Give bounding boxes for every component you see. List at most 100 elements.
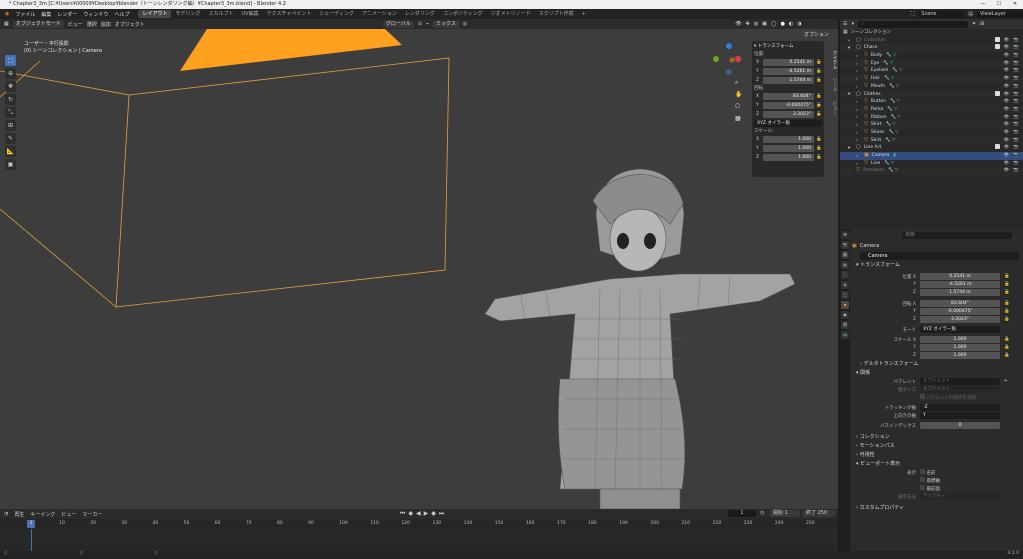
add-cube-tool-icon[interactable]: ▣	[5, 159, 16, 170]
timeline-ruler[interactable]: 0102030405060708090100110120130140150160…	[0, 519, 838, 529]
outliner-row-eyelash[interactable]: › ▽ Eyelash 🔧▽ 👁 📷	[840, 67, 1023, 75]
prop-show-name[interactable]: 表示 名前	[852, 469, 1023, 476]
outliner-row-body[interactable]: › ▽ Body 🔧▽ 👁 📷	[840, 52, 1023, 60]
outliner-row-skirt[interactable]: › ▽ Skirt 🔧▽ 👁 📷	[840, 136, 1023, 145]
preview-range-icon[interactable]: ◷	[760, 510, 764, 516]
section-delta-transform[interactable]: › デルタトランスフォーム	[852, 360, 1023, 369]
prop-pass-index[interactable]: パスインデックス 0	[852, 422, 1023, 429]
render-camera-icon[interactable]: 📷	[1013, 129, 1019, 137]
outliner-row-hair[interactable]: › ▽ Hair 🔧▽ 👁 📷	[840, 75, 1023, 83]
outliner-row-ribbon[interactable]: › ▽ Ribbon 🔧▽ 👁 📷	[840, 114, 1023, 122]
physics-tab-icon[interactable]: ◉	[841, 311, 849, 319]
prop-rotation-z[interactable]: Z 3.2023° 🔓	[852, 316, 1023, 323]
modifier-data-icons[interactable]: 🔧▽	[888, 167, 899, 175]
prop-show-in-front[interactable]: 最前面	[852, 485, 1023, 492]
workspace-tab-animation[interactable]: アニメーション	[358, 10, 401, 18]
modifier-data-icons[interactable]: 🔧▽	[891, 114, 902, 122]
visibility-eye-icon[interactable]: 👁	[1004, 152, 1010, 160]
expand-down-icon[interactable]: ▾	[848, 91, 854, 97]
outliner-row-collection[interactable]: ▾ ▢ Collection 👁 📷	[840, 36, 1023, 45]
prop-rotation-x[interactable]: 回転 X 83.604° 🔓	[852, 300, 1023, 307]
expand-right-icon[interactable]: ›	[856, 130, 862, 136]
filter-icon[interactable]: ⏷	[972, 21, 976, 27]
section-viewport-display[interactable]: ▾ ビューポート表示	[852, 460, 1023, 469]
menu-window[interactable]: ウィンドウ	[80, 11, 111, 18]
expand-right-icon[interactable]: ›	[856, 99, 862, 105]
section-relations[interactable]: ▾ 関係	[852, 369, 1023, 378]
render-camera-icon[interactable]: 📷	[1013, 152, 1019, 160]
frame-end-field[interactable]: 終了 250	[803, 510, 835, 517]
outliner-row-armature[interactable]: › ▽ Armature 🔧▽ 👁 📷	[840, 167, 1023, 176]
npanel-scale-x[interactable]: X 1.000 🔓	[754, 135, 822, 143]
outliner-row-line[interactable]: › ▽ Line 🔧▽ 👁 📷	[840, 160, 1023, 168]
view-layer-tab-icon[interactable]: ▤	[841, 261, 849, 269]
viewlayer-field[interactable]: ViewLayer	[977, 10, 1023, 18]
workspace-tab-shading[interactable]: シェーディング	[315, 10, 358, 18]
workspace-tab-uv[interactable]: UV編集	[238, 10, 263, 18]
minimize-button[interactable]: —	[975, 0, 991, 9]
workspace-tab-geometry-nodes[interactable]: ジオメトリノード	[487, 10, 535, 18]
pan-icon[interactable]: ✋	[735, 89, 742, 101]
prop-scale-z[interactable]: Z 1.000 🔓	[852, 352, 1023, 359]
npanel-location-x[interactable]: X 0.2541 m 🔓	[754, 58, 822, 66]
modifier-data-icons[interactable]: 🔧▽	[883, 60, 894, 68]
render-camera-icon[interactable]: 📷	[1013, 91, 1019, 99]
visibility-eye-icon[interactable]: 👁	[1004, 44, 1010, 52]
prop-location-y[interactable]: Y -4.5261 m 🔓	[852, 281, 1023, 288]
timeline[interactable]: ◔ 再生 キーイング ビュー マーカー ⏮ ◆ ◀ ▶ ◆ ⏭ 1 ◷ 開始 1…	[0, 509, 838, 551]
prop-scale-y[interactable]: Y 1.000 🔓	[852, 344, 1023, 351]
expand-down-icon[interactable]: ▾	[848, 145, 854, 151]
3d-viewport[interactable]: ▦ オブジェクトモード ビュー 選択 追加 オブジェクト グローバル ⊙ ⌁ ミ…	[0, 19, 838, 509]
workspace-tab-rendering[interactable]: レンダリング	[401, 10, 439, 18]
expand-down-icon[interactable]: ▾	[848, 38, 854, 44]
maximize-button[interactable]: ☐	[991, 0, 1007, 9]
modifier-data-icons[interactable]: 🔧▽	[885, 121, 896, 129]
render-camera-icon[interactable]: 📷	[1013, 60, 1019, 68]
npanel-location-y[interactable]: Y -4.5261 m 🔓	[754, 67, 822, 75]
modifier-data-icons[interactable]: 🔧▽	[889, 83, 900, 91]
blender-logo-icon[interactable]: ◉	[2, 11, 12, 17]
menu-help[interactable]: ヘルプ	[111, 11, 132, 18]
outliner-row-parka[interactable]: › ▽ Parka 🔧▽ 👁 📷	[840, 105, 1023, 114]
npanel-rotation-z[interactable]: Z 3.2023° 🔓	[754, 110, 822, 118]
visibility-eye-icon[interactable]: 👁	[1004, 167, 1010, 175]
render-camera-icon[interactable]: 📷	[1013, 98, 1019, 106]
modifier-data-icons[interactable]: 🔧▽	[888, 129, 899, 137]
timeline-editor-icon[interactable]: ◔	[4, 511, 8, 517]
render-camera-icon[interactable]: 📷	[1013, 167, 1019, 175]
modifier-data-icons[interactable]: 🔧▽	[887, 106, 898, 114]
expand-right-icon[interactable]: ›	[856, 161, 862, 167]
prop-rotation-mode[interactable]: モード XYZ オイラー角	[852, 326, 1023, 333]
workspace-tab-compositing[interactable]: コンポジティング	[439, 10, 487, 18]
prop-show-axes[interactable]: 座標軸	[852, 477, 1023, 484]
section-visibility[interactable]: › 可視性	[852, 451, 1023, 460]
menu-playback[interactable]: 再生	[14, 511, 24, 518]
rotate-tool-icon[interactable]: ↻	[5, 94, 16, 105]
select-box-tool-icon[interactable]: ⬚	[5, 55, 16, 66]
workspace-tab-scripting[interactable]: スクリプト作成	[535, 10, 578, 18]
visibility-eye-icon[interactable]: 👁	[1004, 83, 1010, 91]
zoom-icon[interactable]: ⌕	[735, 77, 742, 89]
workspace-tab-layout[interactable]: レイアウト	[138, 10, 172, 18]
new-collection-icon[interactable]: ⊞	[980, 21, 984, 27]
render-camera-icon[interactable]: 📷	[1013, 52, 1019, 60]
camera-view-icon[interactable]: ⎔	[735, 101, 742, 113]
visibility-eye-icon[interactable]: 👁	[1004, 91, 1010, 99]
expand-right-icon[interactable]: ›	[856, 137, 862, 143]
section-transform[interactable]: ▾ トランスフォーム	[852, 261, 1023, 270]
npanel-scale-z[interactable]: Z 1.000 🔓	[754, 153, 822, 161]
expand-right-icon[interactable]: ›	[856, 68, 862, 74]
expand-right-icon[interactable]: ›	[856, 122, 862, 128]
prop-up-axis[interactable]: 上向きの軸 Y	[852, 412, 1023, 419]
npanel-rotation-x[interactable]: X 83.604° 🔓	[754, 92, 822, 100]
expand-right-icon[interactable]: ›	[856, 114, 862, 120]
workspace-tab-modeling[interactable]: モデリング	[171, 10, 204, 18]
properties-search-input[interactable]: 検索	[902, 231, 1012, 239]
constraints-tab-icon[interactable]: ⛓	[841, 321, 849, 329]
transform-tool-icon[interactable]: ⊞	[5, 120, 16, 131]
annotate-tool-icon[interactable]: ✎	[5, 133, 16, 144]
next-key-icon[interactable]: ◆	[431, 510, 436, 518]
visibility-eye-icon[interactable]: 👁	[1004, 67, 1010, 75]
workspace-tab-texture-paint[interactable]: テクスチャペイント	[263, 10, 316, 18]
close-button[interactable]: ✕	[1007, 0, 1023, 9]
